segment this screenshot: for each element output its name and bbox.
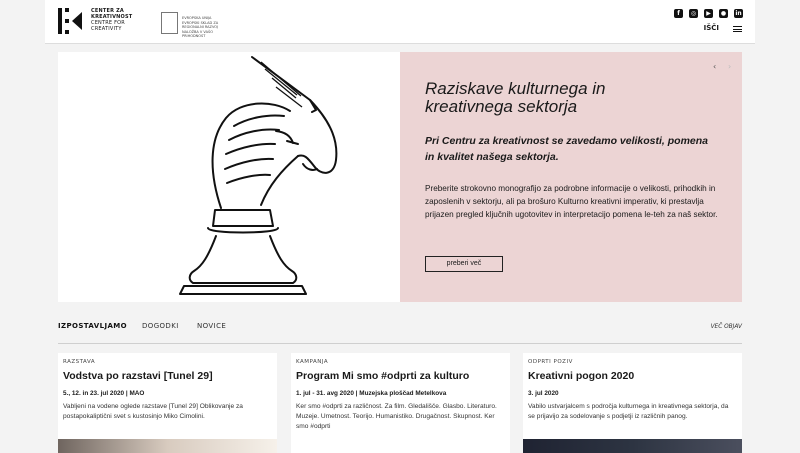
tabs-divider — [58, 343, 742, 344]
slider-prev-icon[interactable]: ‹ — [713, 62, 716, 71]
unicorn-chess-illustration — [58, 52, 400, 302]
card-date: 1. jul - 31. avg 2020 | Muzejska ploščad… — [296, 390, 447, 397]
instagram-icon[interactable]: ◎ — [689, 9, 698, 18]
facebook-icon[interactable]: f — [674, 9, 683, 18]
brand-text[interactable]: CENTER ZA KREATIVNOST CENTRE FOR CREATIV… — [91, 8, 132, 32]
content-tabs: IZPOSTAVLJAMO DOGODKI NOVICE VEČ OBJAV — [58, 322, 742, 342]
card-text: Vabilo ustvarjalcem s področja kulturneg… — [528, 403, 729, 420]
card-odprti-poziv[interactable]: ODPRTI POZIV Kreativni pogon 2020 3. jul… — [523, 353, 742, 453]
eu-line: NALOŽBA V VAŠO PRIHODNOST — [182, 29, 213, 39]
center-logo[interactable] — [58, 8, 82, 34]
unicorn-knight-icon — [179, 56, 338, 295]
card-title[interactable]: Program Mi smo #odprti za kulturo — [296, 370, 469, 382]
tab-dogodki[interactable]: DOGODKI — [142, 322, 179, 330]
card-date: 5., 12. in 23. jul 2020 | MAO — [63, 390, 145, 397]
eu-flag-icon — [161, 12, 178, 34]
brand-line: CREATIVITY — [91, 26, 122, 32]
card-date: 3. jul 2020 — [528, 390, 559, 397]
youtube-icon[interactable]: ▶ — [704, 9, 713, 18]
card-category: KAMPANJA — [296, 359, 329, 365]
read-more-button[interactable]: preberi več — [425, 256, 503, 272]
social-links: f ◎ ▶ ● in — [674, 9, 743, 18]
hero-description: Preberite strokovno monografijo za podro… — [425, 184, 718, 219]
hero-title: Raziskave kulturnega in kreativnega sekt… — [425, 79, 606, 116]
card-razstava[interactable]: RAZSTAVA Vodstva po razstavi [Tunel 29] … — [58, 353, 277, 453]
hamburger-menu-icon[interactable] — [733, 26, 742, 32]
hero-slider: ‹ › Raziskave kulturnega in kreativnega … — [58, 52, 742, 302]
card-title[interactable]: Vodstva po razstavi [Tunel 29] — [63, 370, 213, 382]
flickr-icon[interactable]: ● — [719, 9, 728, 18]
tab-novice[interactable]: NOVICE — [197, 322, 226, 330]
more-posts-link[interactable]: VEČ OBJAV — [711, 324, 742, 330]
card-category: ODPRTI POZIV — [528, 359, 573, 365]
search-link[interactable]: IŠČI — [704, 24, 719, 32]
card-image[interactable] — [58, 439, 277, 453]
slider-next-icon[interactable]: › — [728, 62, 731, 71]
card-text: Vabljeni na vodene oglede razstave [Tune… — [63, 403, 243, 420]
eu-logo: EVROPSKA UNIJA EVROPSKI SKLAD ZA REGIONA… — [161, 10, 223, 39]
hero-content: ‹ › Raziskave kulturnega in kreativnega … — [400, 52, 742, 302]
card-kampanja[interactable]: KAMPANJA Program Mi smo #odprti za kultu… — [291, 353, 510, 453]
card-title[interactable]: Kreativni pogon 2020 — [528, 370, 634, 382]
hero-subtitle: Pri Centru za kreativnost se zavedamo ve… — [425, 135, 709, 163]
eu-line: REGIONALNI RAZVOJ — [182, 25, 219, 29]
card-image[interactable] — [523, 439, 742, 453]
linkedin-icon[interactable]: in — [734, 9, 743, 18]
card-category: RAZSTAVA — [63, 359, 96, 365]
site-header: CENTER ZA KREATIVNOST CENTRE FOR CREATIV… — [45, 0, 755, 44]
card-text: Ker smo #odprti za različnost. Za film. … — [296, 403, 497, 430]
tab-izpostavljamo[interactable]: IZPOSTAVLJAMO — [58, 322, 127, 330]
